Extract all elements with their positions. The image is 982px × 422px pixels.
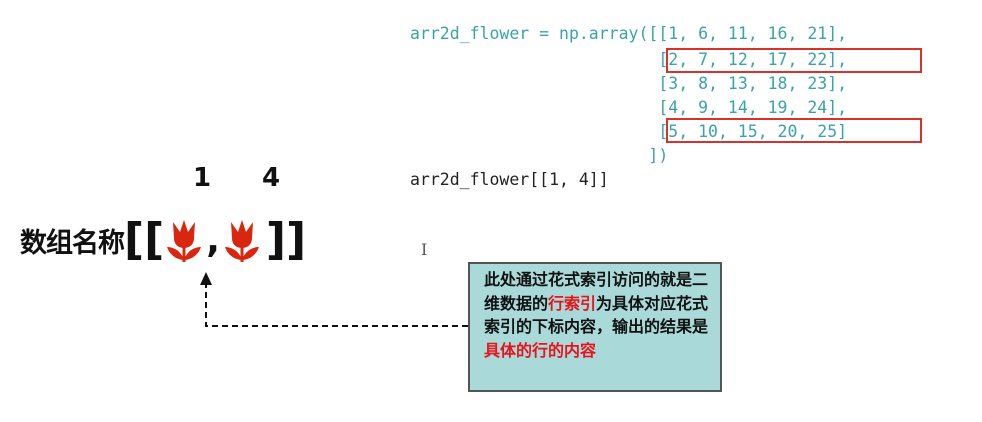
explanation-note: 此处通过花式索引访问的就是二维数据的行索引为具体对应花式索引的下标内容，输出的结…	[468, 262, 722, 392]
note-highlight-row-index: 行索引	[548, 293, 597, 313]
note-highlight-row-content: 具体的行的内容	[484, 340, 597, 360]
